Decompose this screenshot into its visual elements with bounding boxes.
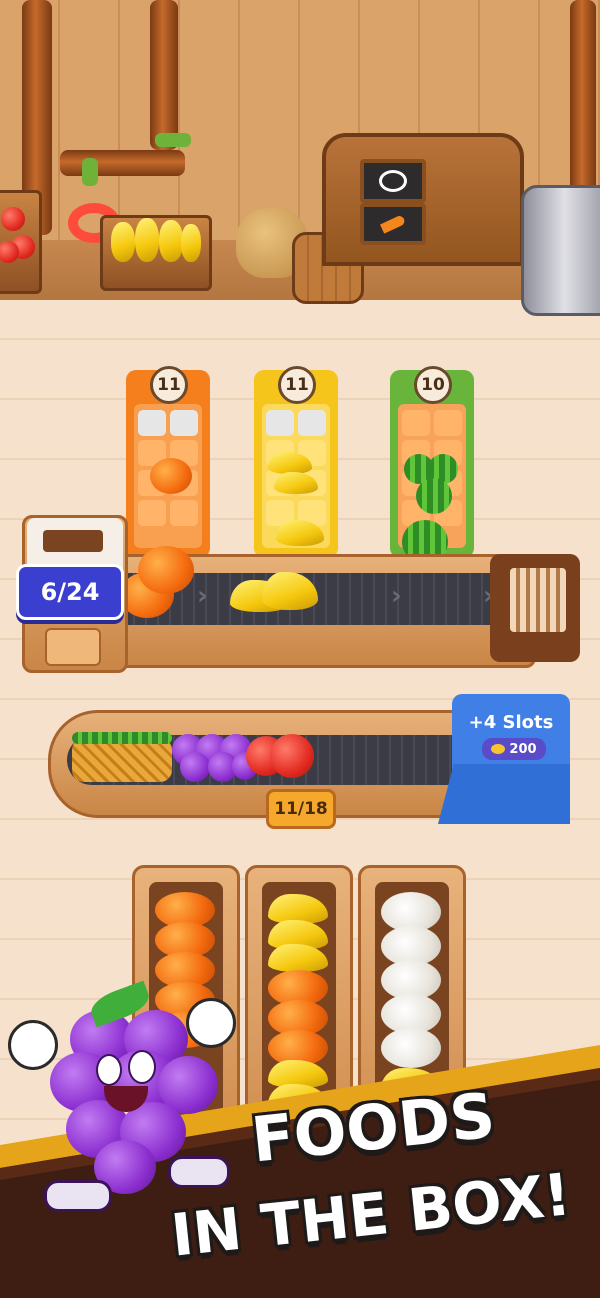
tray-count-badge: 11 [150,366,188,404]
belt-count-badge: 6/24 [16,564,124,620]
carrot-sign [360,203,426,245]
tray-count-badge: 11 [278,366,316,404]
mascot-glove-left [8,1020,58,1070]
ring-sign [360,159,426,203]
pipe-right [570,0,596,200]
queue-count-badge: 11/18 [266,789,336,829]
pipe-mid [150,0,178,150]
grape-mascot [8,980,238,1230]
add-slots-button[interactable]: +4 Slots 200 [438,694,570,824]
coin-icon [491,744,506,754]
grinder-machine [521,185,600,316]
cost-pill: 200 [482,738,546,760]
carrot-icon [380,214,406,234]
tray-banana[interactable]: 11 [254,366,338,558]
pipe-clamp [82,158,98,186]
queue-count-text: 11/18 [274,799,328,819]
tomato-crate [0,190,42,294]
belt-count-text: 6/24 [40,578,100,606]
back-door [322,133,524,266]
vent-icon [45,628,101,666]
pineapple-items[interactable] [72,738,172,782]
apple-item[interactable] [270,734,314,778]
mascot-glove-right [186,998,236,1048]
grape-item[interactable] [180,752,210,782]
tray-count-badge: 10 [414,366,452,404]
cost-text: 200 [509,741,537,757]
pumpkin-item[interactable] [138,546,194,594]
pipe-horizontal [60,150,185,176]
add-slots-title: +4 Slots [468,712,554,733]
tray-pumpkin[interactable]: 11 [126,366,210,558]
belt-arrow-icon: › [391,581,402,611]
ring-icon [379,170,407,192]
conveyor-end-cap [490,554,580,662]
pipe-clamp [155,133,191,147]
mascot-shoe-left [44,1180,112,1212]
corn-crate [100,215,212,291]
belt-arrow-icon: › [197,581,208,611]
tray-watermelon[interactable]: 10 [390,366,474,564]
mascot-shoe-right [168,1156,230,1188]
